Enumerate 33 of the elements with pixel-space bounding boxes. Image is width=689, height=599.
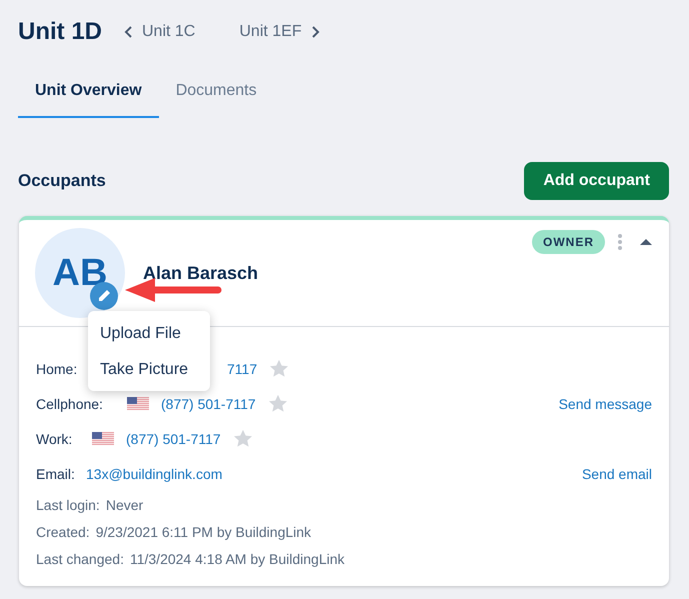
email-link[interactable]: 13x@buildinglink.com <box>86 466 222 482</box>
phone-label: Cellphone: <box>36 396 104 412</box>
tab[interactable]: Documents <box>158 68 274 118</box>
role-badge: OWNER <box>532 230 605 254</box>
tab[interactable]: Unit Overview <box>18 68 159 118</box>
chevron-left-icon[interactable] <box>124 25 134 39</box>
phone-label: Work: <box>36 430 74 446</box>
phone-number[interactable]: 7117 <box>227 360 258 376</box>
send-email-link[interactable]: Send email <box>582 466 652 482</box>
phone-number[interactable]: (877) 501-7117 <box>161 396 256 412</box>
unit-title: Unit 1D <box>18 18 102 46</box>
star-icon[interactable] <box>232 429 253 448</box>
next-unit-link[interactable]: Unit 1EF <box>239 23 320 41</box>
meta-value: 9/23/2021 6:11 PM by BuildingLink <box>96 524 312 540</box>
menu-item[interactable]: Take Picture <box>88 351 210 387</box>
menu-item[interactable]: Upload File <box>88 315 210 351</box>
phone-number[interactable]: (877) 501-7117 <box>126 430 221 446</box>
occupant-name: Alan Barasch <box>143 262 258 284</box>
email-label: Email: <box>36 466 76 482</box>
section-title: Occupants <box>18 171 106 191</box>
meta-label: Created: <box>36 524 90 540</box>
star-icon[interactable] <box>269 359 290 378</box>
previous-unit-link[interactable]: Unit 1C <box>124 23 196 41</box>
add-occupant-button[interactable]: Add occupant <box>524 162 669 200</box>
meta-label: Last login: <box>36 496 100 512</box>
meta-label: Last changed: <box>36 550 124 566</box>
caret-icon[interactable] <box>639 238 653 246</box>
phone-label: Home: <box>36 360 78 376</box>
send-message-link[interactable]: Send message <box>558 396 652 412</box>
star-icon[interactable] <box>268 394 288 413</box>
chevron-right-icon[interactable] <box>310 25 320 39</box>
meta-value: 11/3/2024 4:18 AM by BuildingLink <box>130 550 345 566</box>
meta-value: Never <box>106 496 144 512</box>
